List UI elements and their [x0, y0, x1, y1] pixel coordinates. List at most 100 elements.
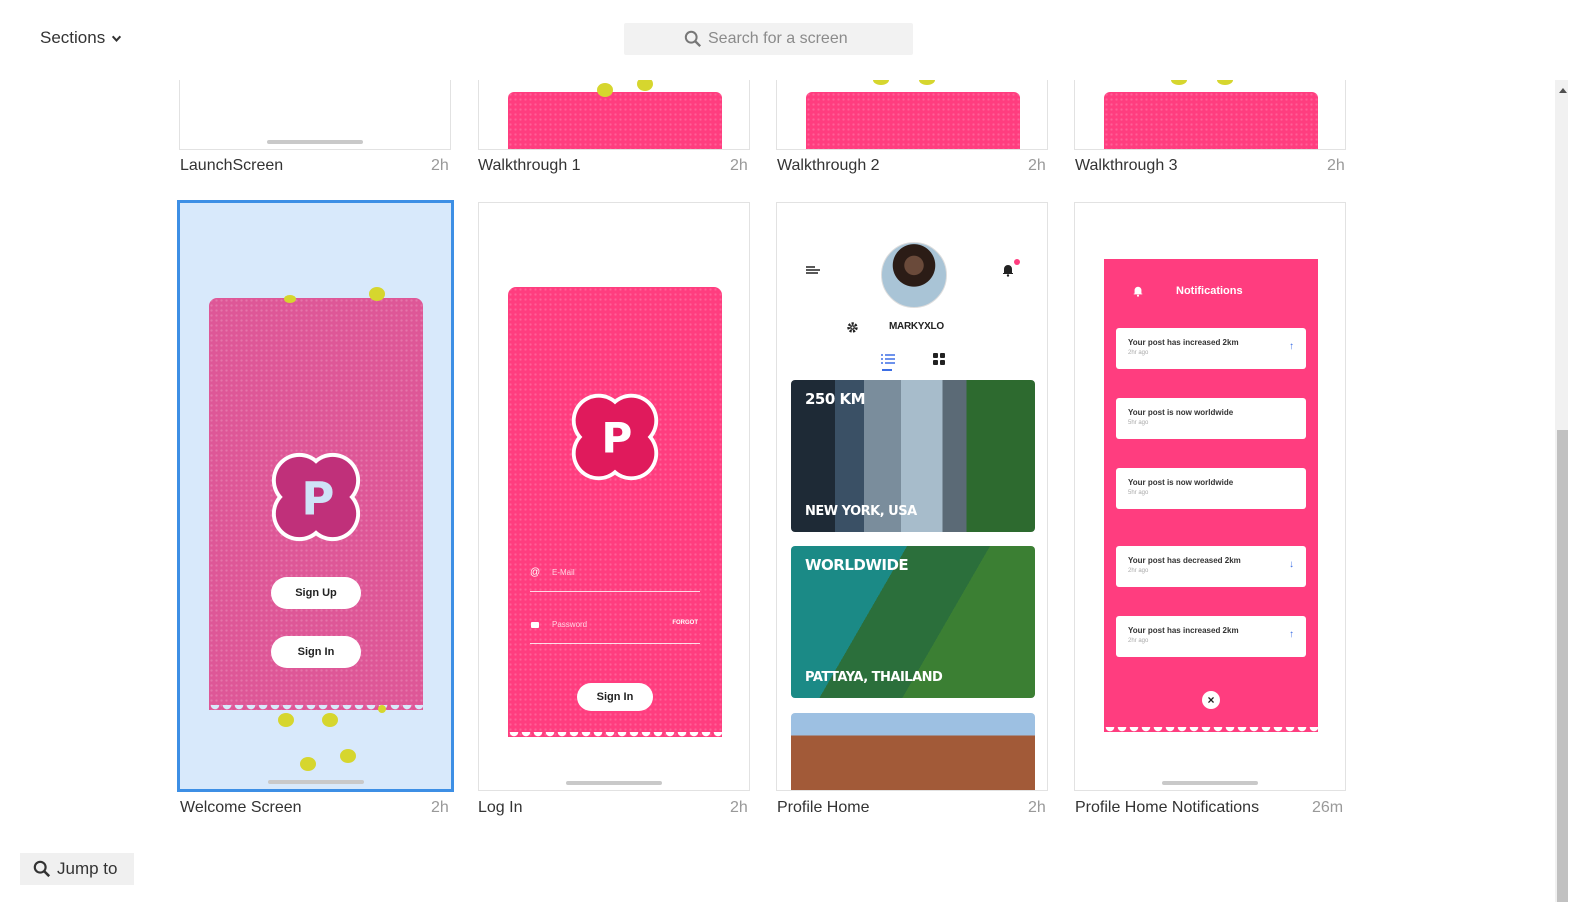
phone-preview: P Sign Up Sign In — [209, 298, 423, 710]
app-logo: P — [571, 393, 659, 481]
notification-time: 2hr ago — [1128, 638, 1149, 644]
avatar — [881, 242, 947, 308]
notification-text: Your post has increased 2km — [1128, 626, 1239, 635]
sign-up-button[interactable]: Sign Up — [271, 577, 361, 609]
grid-view-icon[interactable] — [933, 353, 945, 365]
bell-icon — [1133, 286, 1143, 297]
decor-blob — [322, 713, 338, 727]
arrow-down-icon: ↓ — [1289, 559, 1294, 570]
notification-dot — [1014, 259, 1020, 265]
screen-time: 2h — [1327, 157, 1345, 174]
sections-dropdown[interactable]: Sections — [40, 28, 122, 48]
arrow-up-icon: ↑ — [1289, 341, 1294, 352]
screen-thumb-profile-home[interactable]: MARKYXLO 250 KM NEW YORK, USA WORLDWIDE … — [776, 202, 1048, 791]
sign-in-button[interactable]: Sign In — [577, 683, 653, 711]
screen-time: 2h — [1028, 799, 1046, 816]
screen-time: 2h — [431, 157, 449, 174]
scrollbar-thumb[interactable] — [1557, 430, 1568, 902]
scallop-edge — [1104, 727, 1318, 732]
search-icon — [33, 860, 51, 878]
notification-text: Your post has decreased 2km — [1128, 556, 1241, 565]
notification-text: Your post is now worldwide — [1128, 408, 1234, 417]
photo-card[interactable]: WORLDWIDE PATTAYA, THAILAND — [791, 546, 1035, 698]
password-field[interactable]: Password FORGOT — [530, 617, 700, 644]
email-field[interactable]: @ E-Mail — [530, 565, 700, 592]
app-logo: P — [271, 452, 361, 542]
screen-time: 2h — [1028, 157, 1046, 174]
email-placeholder: E-Mail — [552, 568, 575, 577]
home-indicator — [1162, 781, 1258, 785]
notification-item[interactable]: Your post has increased 2km 2hr ago ↑ — [1116, 616, 1306, 657]
notification-text: Your post has increased 2km — [1128, 338, 1239, 347]
list-view-icon[interactable] — [881, 353, 895, 365]
menu-icon — [806, 266, 820, 274]
photo-distance: 250 KM — [805, 390, 866, 408]
chevron-down-icon — [112, 35, 122, 42]
photo-card[interactable] — [791, 713, 1035, 790]
home-indicator — [267, 140, 363, 144]
photo-distance: WORLDWIDE — [805, 556, 909, 574]
screen-name: Walkthrough 2 — [777, 157, 880, 174]
sign-in-button[interactable]: Sign In — [271, 636, 361, 668]
gear-icon — [847, 322, 858, 333]
notification-item[interactable]: Your post has decreased 2km 2hr ago ↓ — [1116, 546, 1306, 587]
screen-thumb-welcome-screen[interactable]: P Sign Up Sign In — [177, 200, 454, 792]
notifications-title: Notifications — [1176, 285, 1243, 297]
decor-blob — [284, 295, 296, 303]
at-icon: @ — [530, 567, 541, 578]
search-box[interactable] — [624, 23, 913, 55]
screen-time: 2h — [730, 799, 748, 816]
username: MARKYXLO — [889, 321, 944, 332]
notification-item[interactable]: Your post has increased 2km 2hr ago ↑ — [1116, 328, 1306, 369]
notification-time: 5hr ago — [1128, 490, 1149, 496]
photo-location: PATTAYA, THAILAND — [805, 670, 943, 685]
password-placeholder: Password — [552, 620, 588, 629]
screen-name: Welcome Screen — [180, 799, 302, 816]
scallop-edge — [508, 732, 722, 737]
active-tab-indicator — [882, 369, 892, 371]
scroll-up-arrow-icon[interactable] — [1558, 86, 1568, 94]
screen-name: Profile Home Notifications — [1075, 799, 1260, 816]
phone-preview — [806, 92, 1020, 149]
decor-blob — [278, 713, 294, 727]
notification-item[interactable]: Your post is now worldwide 5hr ago — [1116, 398, 1306, 439]
svg-text:P: P — [301, 473, 334, 526]
svg-text:P: P — [601, 413, 632, 462]
jump-to-button[interactable]: Jump to — [20, 853, 134, 885]
decor-blob — [378, 705, 386, 713]
decor-blob — [597, 83, 613, 97]
home-indicator — [566, 781, 662, 785]
decor-blob — [300, 757, 316, 771]
phone-preview: P @ E-Mail Password FORGOT Sign In — [508, 287, 722, 737]
lock-icon — [531, 622, 539, 628]
screen-name: Log In — [478, 799, 523, 816]
screen-time: 2h — [431, 799, 449, 816]
notification-item[interactable]: Your post is now worldwide 5hr ago — [1116, 468, 1306, 509]
screen-time: 2h — [730, 157, 748, 174]
notification-text: Your post is now worldwide — [1128, 478, 1234, 487]
sections-label: Sections — [40, 28, 106, 47]
phone-preview: Notifications Your post has increased 2k… — [1104, 259, 1318, 732]
photo-card[interactable]: 250 KM NEW YORK, USA — [791, 380, 1035, 532]
notification-time: 2hr ago — [1128, 568, 1149, 574]
screen-thumb-profile-home-notifications[interactable]: Notifications Your post has increased 2k… — [1074, 202, 1346, 791]
screen-name: LaunchScreen — [180, 157, 284, 174]
screen-name: Profile Home — [777, 799, 870, 816]
close-icon[interactable]: × — [1202, 691, 1220, 709]
phone-preview — [508, 92, 722, 149]
arrow-up-icon: ↑ — [1289, 629, 1294, 640]
decor-blob — [340, 749, 356, 763]
search-input[interactable] — [708, 23, 908, 55]
notification-time: 5hr ago — [1128, 420, 1149, 426]
phone-preview — [1104, 92, 1318, 149]
bell-icon — [1003, 265, 1013, 277]
notification-time: 2hr ago — [1128, 350, 1149, 356]
top-bar: Sections — [0, 0, 1583, 80]
forgot-link[interactable]: FORGOT — [672, 620, 698, 626]
search-icon — [684, 30, 702, 48]
scallop-edge — [209, 705, 423, 710]
home-indicator — [267, 780, 364, 784]
screen-time: 26m — [1312, 799, 1344, 816]
screen-thumb-log-in[interactable]: P @ E-Mail Password FORGOT Sign In — [478, 202, 750, 791]
jump-to-label: Jump to — [57, 859, 118, 878]
